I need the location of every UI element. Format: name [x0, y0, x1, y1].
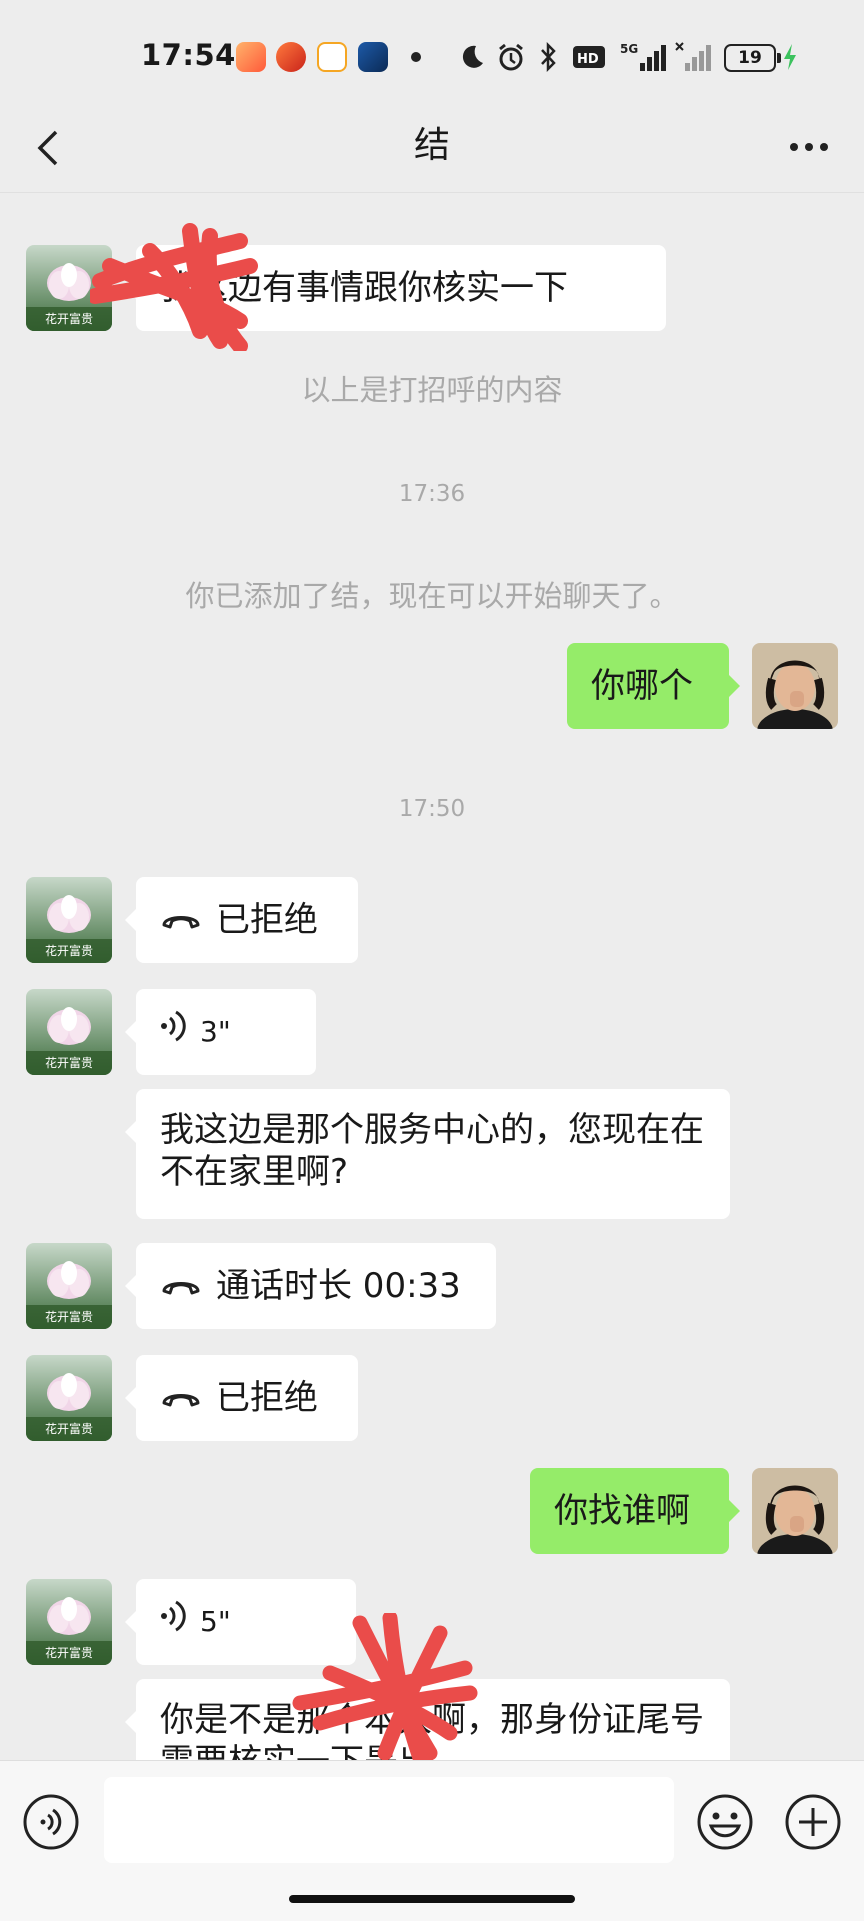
more-notifications-icon [411, 52, 421, 62]
chat-header: 结 [0, 112, 864, 193]
app-notification-icon [317, 42, 347, 72]
contact-avatar[interactable]: 花开富贵 [26, 1243, 112, 1329]
voice-input-button[interactable] [22, 1793, 79, 1850]
svg-text:5G: 5G [620, 42, 638, 56]
app-notification-icon [236, 42, 266, 72]
status-time: 17:54 [141, 38, 236, 72]
more-options-button[interactable] [784, 122, 834, 172]
status-bar: 17:54 HD 5G 19 [0, 0, 864, 112]
more-icon [790, 143, 828, 151]
timestamp: 17:36 [398, 481, 466, 507]
call-record-bubble[interactable]: 已拒绝 [125, 877, 358, 963]
my-avatar[interactable] [752, 1468, 838, 1554]
voice-wave-icon [160, 1009, 186, 1055]
more-functions-button[interactable] [784, 1793, 841, 1850]
svg-text:花开富贵: 花开富贵 [45, 1309, 93, 1324]
app-notification-icon [276, 42, 306, 72]
signal-no-service-icon [675, 40, 711, 74]
contact-avatar[interactable]: 花开富贵 [26, 989, 112, 1075]
app-notification-icon [358, 42, 388, 72]
message-input[interactable] [104, 1777, 674, 1863]
contact-avatar[interactable]: 花开富贵 [26, 1579, 112, 1665]
phone-hangup-icon [160, 1377, 202, 1419]
message-text: 我这边是那个服务中心的，您现在在不在家里啊? [160, 1110, 704, 1192]
emoji-icon [697, 1794, 753, 1850]
contact-avatar[interactable]: 花开富贵 [26, 877, 112, 963]
bluetooth-icon [538, 40, 558, 74]
call-record-bubble[interactable]: 已拒绝 [125, 1355, 358, 1441]
charging-icon [782, 40, 798, 74]
timestamp: 17:50 [398, 796, 466, 822]
svg-text:花开富贵: 花开富贵 [45, 1055, 93, 1070]
call-status-text: 已拒绝 [216, 900, 318, 940]
call-status-text: 已拒绝 [216, 1378, 318, 1418]
svg-text:花开富贵: 花开富贵 [45, 311, 93, 326]
phone-hangup-icon [160, 1265, 202, 1307]
call-record-bubble[interactable]: 通话时长 00:33 [125, 1243, 496, 1329]
red-scribble-redaction [90, 223, 258, 351]
home-indicator[interactable] [289, 1895, 575, 1903]
voice-wave-icon [160, 1599, 186, 1645]
svg-text:花开富贵: 花开富贵 [45, 1421, 93, 1436]
plus-icon [785, 1794, 841, 1850]
phone-hangup-icon [160, 899, 202, 941]
message-list[interactable]: 花开富贵 我这边有事情跟你核实一下 以上是打招呼的内容 17:36 你已添加了结… [0, 193, 864, 1760]
red-scribble-redaction [292, 1613, 478, 1760]
moon-icon [458, 40, 486, 74]
svg-text:花开富贵: 花开富贵 [45, 1645, 93, 1660]
message-bubble[interactable]: 我这边是那个服务中心的，您现在在不在家里啊? [125, 1089, 730, 1219]
voice-icon [23, 1794, 79, 1850]
call-duration-text: 通话时长 00:33 [216, 1266, 461, 1306]
battery-indicator: 19 [724, 44, 781, 72]
system-notice: 你已添加了结，现在可以开始聊天了。 [185, 579, 679, 613]
emoji-button[interactable] [696, 1793, 753, 1850]
system-notice: 以上是打招呼的内容 [301, 373, 563, 407]
svg-text:花开富贵: 花开富贵 [45, 943, 93, 958]
voice-duration: 3" [200, 1015, 231, 1048]
hd-icon: HD [572, 40, 606, 74]
message-text: 你哪个 [591, 666, 693, 706]
contact-avatar[interactable]: 花开富贵 [26, 1355, 112, 1441]
chat-title: 结 [413, 125, 450, 166]
voice-duration: 5" [200, 1605, 231, 1638]
voice-message-bubble[interactable]: 3" [125, 989, 316, 1075]
message-bubble[interactable]: 你找谁啊 [530, 1468, 740, 1554]
svg-text:HD: HD [577, 52, 599, 67]
alarm-icon [496, 40, 526, 74]
signal-5g-icon: 5G [620, 40, 668, 74]
message-bubble[interactable]: 你哪个 [567, 643, 740, 729]
message-text: 你找谁啊 [554, 1491, 690, 1531]
my-avatar[interactable] [752, 643, 838, 729]
